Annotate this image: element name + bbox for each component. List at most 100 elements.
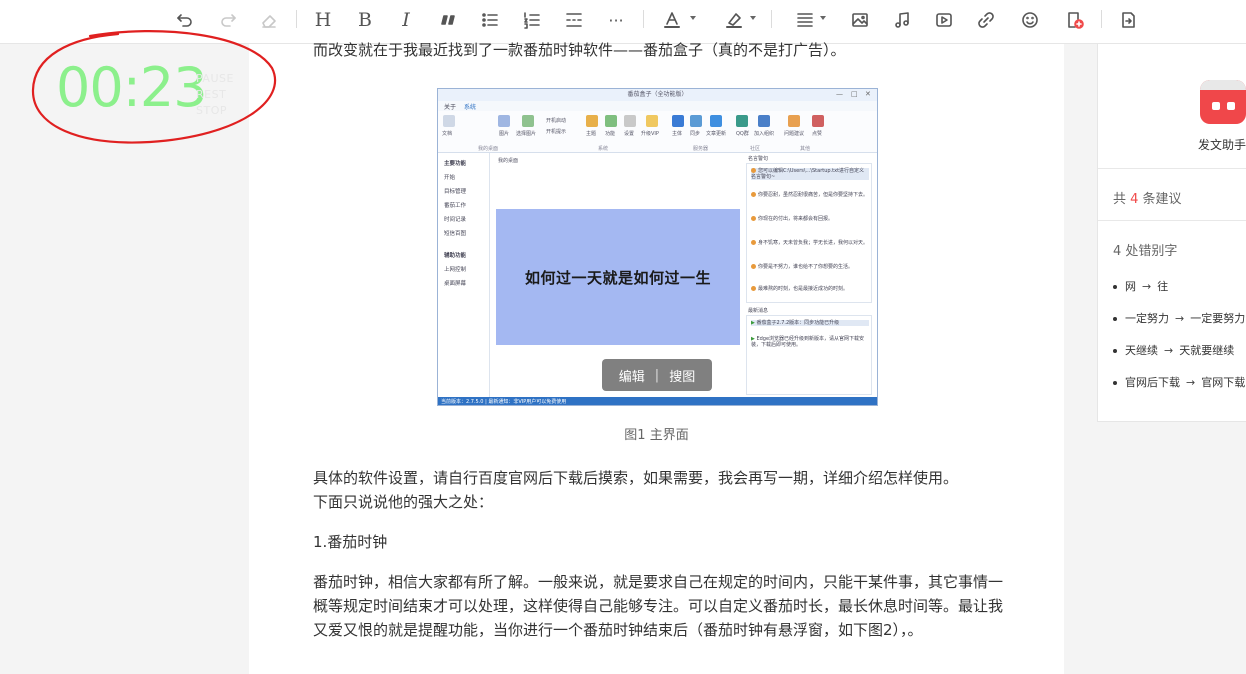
heading-button[interactable]: H: [308, 6, 338, 34]
typo-fix-item[interactable]: 一定努力 → 一定要努力: [1113, 310, 1245, 326]
insert-emoji-button[interactable]: [1015, 6, 1045, 34]
edit-image-button[interactable]: 编辑: [619, 366, 645, 385]
insert-link-button[interactable]: [971, 6, 1001, 34]
paragraph-top: 而改变就在于我最近找到了一款番茄时钟软件——番茄盒子（真的不是打广告）。: [313, 41, 846, 59]
eraser-icon: [262, 15, 276, 28]
ribbon-label: 加入组织: [754, 131, 775, 137]
undo-icon: [177, 14, 192, 27]
robot-eye: [1227, 102, 1235, 110]
ribbon-label: 开机提示: [546, 129, 567, 135]
highlighter-icon: [726, 13, 742, 28]
bullet-list-button[interactable]: [475, 6, 505, 34]
rest-button[interactable]: REST: [196, 88, 226, 101]
redo-icon: [221, 14, 236, 27]
pause-button[interactable]: PAUSE: [196, 72, 234, 85]
music-icon: [895, 12, 909, 28]
side-item: 目标管理: [444, 189, 467, 195]
ribbon-label: 点赞: [812, 131, 823, 137]
settings-icon: [624, 115, 636, 127]
panel-divider: [1098, 168, 1246, 169]
italic-button[interactable]: I: [391, 6, 421, 34]
more-button[interactable]: ···: [601, 6, 631, 34]
arrow-right-icon: →: [1186, 376, 1196, 389]
align-button[interactable]: [790, 6, 820, 34]
highlight-button[interactable]: [719, 6, 749, 34]
tips-title: 名言警句: [748, 156, 769, 162]
side-item: 时间记录: [444, 217, 467, 223]
news-box: ▶ 番茄盒子2.7.2版本：同步功能已升级 ▶ Edge浏览器已经升级到新版本，…: [746, 315, 872, 395]
typo-fix-item[interactable]: 官网后下载 → 官网下载: [1113, 374, 1245, 390]
like-icon: [812, 115, 824, 127]
stop-button[interactable]: STOP: [196, 104, 227, 117]
robot-eye: [1212, 102, 1220, 110]
align-icon: [797, 13, 813, 27]
qq-group-icon: [736, 115, 748, 127]
ribbon-label: 图片: [499, 131, 510, 137]
ribbon-label: 主体: [672, 131, 683, 137]
minimize-icon: —: [836, 90, 843, 98]
arrow-right-icon: →: [1164, 344, 1174, 357]
app-sidebar: 主要功能 开始 目标管理 番茄工作 时间记录 短信百图 辅助功能 上网控制 桌面…: [438, 153, 490, 397]
app-tabs: 关于 系统: [438, 101, 877, 111]
paragraph-setup: 具体的软件设置，请自行百度官网后下载后摸索，如果需要，我会再写一期，详细介绍怎样…: [313, 466, 1003, 514]
ribbon-label: 选择图片: [516, 131, 537, 137]
paragraph-setup-line: 下面只说说他的强大之处：: [313, 493, 494, 511]
italic-label: I: [402, 9, 410, 31]
search-image-button[interactable]: 搜图: [669, 366, 695, 385]
divider-line-button[interactable]: [559, 6, 589, 34]
typo-section-title: 4 处错别字: [1113, 244, 1178, 259]
insert-video-button[interactable]: [929, 6, 959, 34]
app-tab-about: 关于: [444, 104, 457, 111]
side-title-aux: 辅助功能: [444, 253, 467, 259]
doc-icon: [443, 115, 455, 127]
ribbon-group-label: 社区: [750, 146, 761, 152]
insert-card-button[interactable]: [1060, 6, 1090, 34]
ribbon-label: 开机启动: [546, 118, 567, 124]
image-action-pill: 编辑 | 搜图: [602, 359, 712, 391]
insert-image-button[interactable]: [845, 6, 875, 34]
vip-icon: [646, 115, 658, 127]
toolbar-divider: [643, 10, 644, 28]
numbered-list-button[interactable]: [517, 6, 547, 34]
arrow-right-icon: →: [1175, 312, 1185, 325]
ribbon-group-label: 我的桌面: [478, 146, 499, 152]
desktop-label: 我的桌面: [498, 158, 519, 164]
side-item: 上网控制: [444, 267, 467, 273]
side-title-main: 主要功能: [444, 161, 467, 167]
insert-audio-button[interactable]: [887, 6, 917, 34]
pomodoro-floating-timer[interactable]: 00:23 PAUSE REST STOP: [30, 28, 280, 146]
assistant-robot-icon[interactable]: [1200, 80, 1246, 124]
section-heading: 1.番茄时钟: [313, 533, 388, 551]
bullet-list-icon: [482, 13, 498, 27]
tip-item: 你要是不努力，谁也给不了你想要的生活。: [751, 264, 869, 270]
figure-image[interactable]: 番茄盒子（全功能版） — □ ✕ 关于 系统 文档 图片 选择图片 开机启动 开…: [437, 88, 878, 406]
feedback-icon: [788, 115, 800, 127]
paragraph-body: 番茄时钟，相信大家都有所了解。一般来说，就是要求自己在规定的时间内，只能干某件事…: [313, 573, 1004, 639]
quote-button[interactable]: [433, 6, 463, 34]
poster-text: 如何过一天就是如何过一生: [524, 268, 711, 287]
download-icon: [710, 115, 722, 127]
font-color-button[interactable]: [657, 6, 687, 34]
chevron-down-icon: [820, 16, 826, 20]
typo-fix-item[interactable]: 天继续 → 天就要继续: [1113, 342, 1234, 358]
import-doc-button[interactable]: [1113, 6, 1143, 34]
arrow-right-icon: →: [1142, 280, 1152, 293]
join-icon: [758, 115, 770, 127]
horizontal-rule-icon: [566, 13, 582, 27]
news-title: 最新消息: [748, 308, 769, 314]
paragraph-setup-line: 具体的软件设置，请自行百度官网后下载后摸索，如果需要，我会再写一期，详细介绍怎样…: [313, 469, 959, 487]
tip-item: 最难熬的时刻，也是最接近成功的时刻。: [751, 286, 869, 292]
tip-item: 身不饥寒，天未曾负我；学无长进，我何以对天。: [751, 240, 869, 246]
picture-icon: [498, 115, 510, 127]
ribbon-group-label: 服务器: [693, 146, 709, 152]
typo-fix-item[interactable]: 网 → 往: [1113, 278, 1168, 294]
app-desktop-pane: 我的桌面 如何过一天就是如何过一生 编辑 | 搜图: [494, 153, 740, 397]
select-picture-icon: [522, 115, 534, 127]
numbered-list-icon: [524, 12, 540, 29]
card-add-icon: [1068, 12, 1084, 29]
editor-paper[interactable]: 而改变就在于我最近找到了一款番茄时钟软件——番茄盒子（真的不是打广告）。 番茄盒…: [249, 41, 1064, 674]
bold-button[interactable]: B: [350, 6, 380, 34]
toolbar-divider: [771, 10, 772, 28]
image-icon: [852, 13, 868, 27]
heading-label: H: [314, 9, 332, 31]
